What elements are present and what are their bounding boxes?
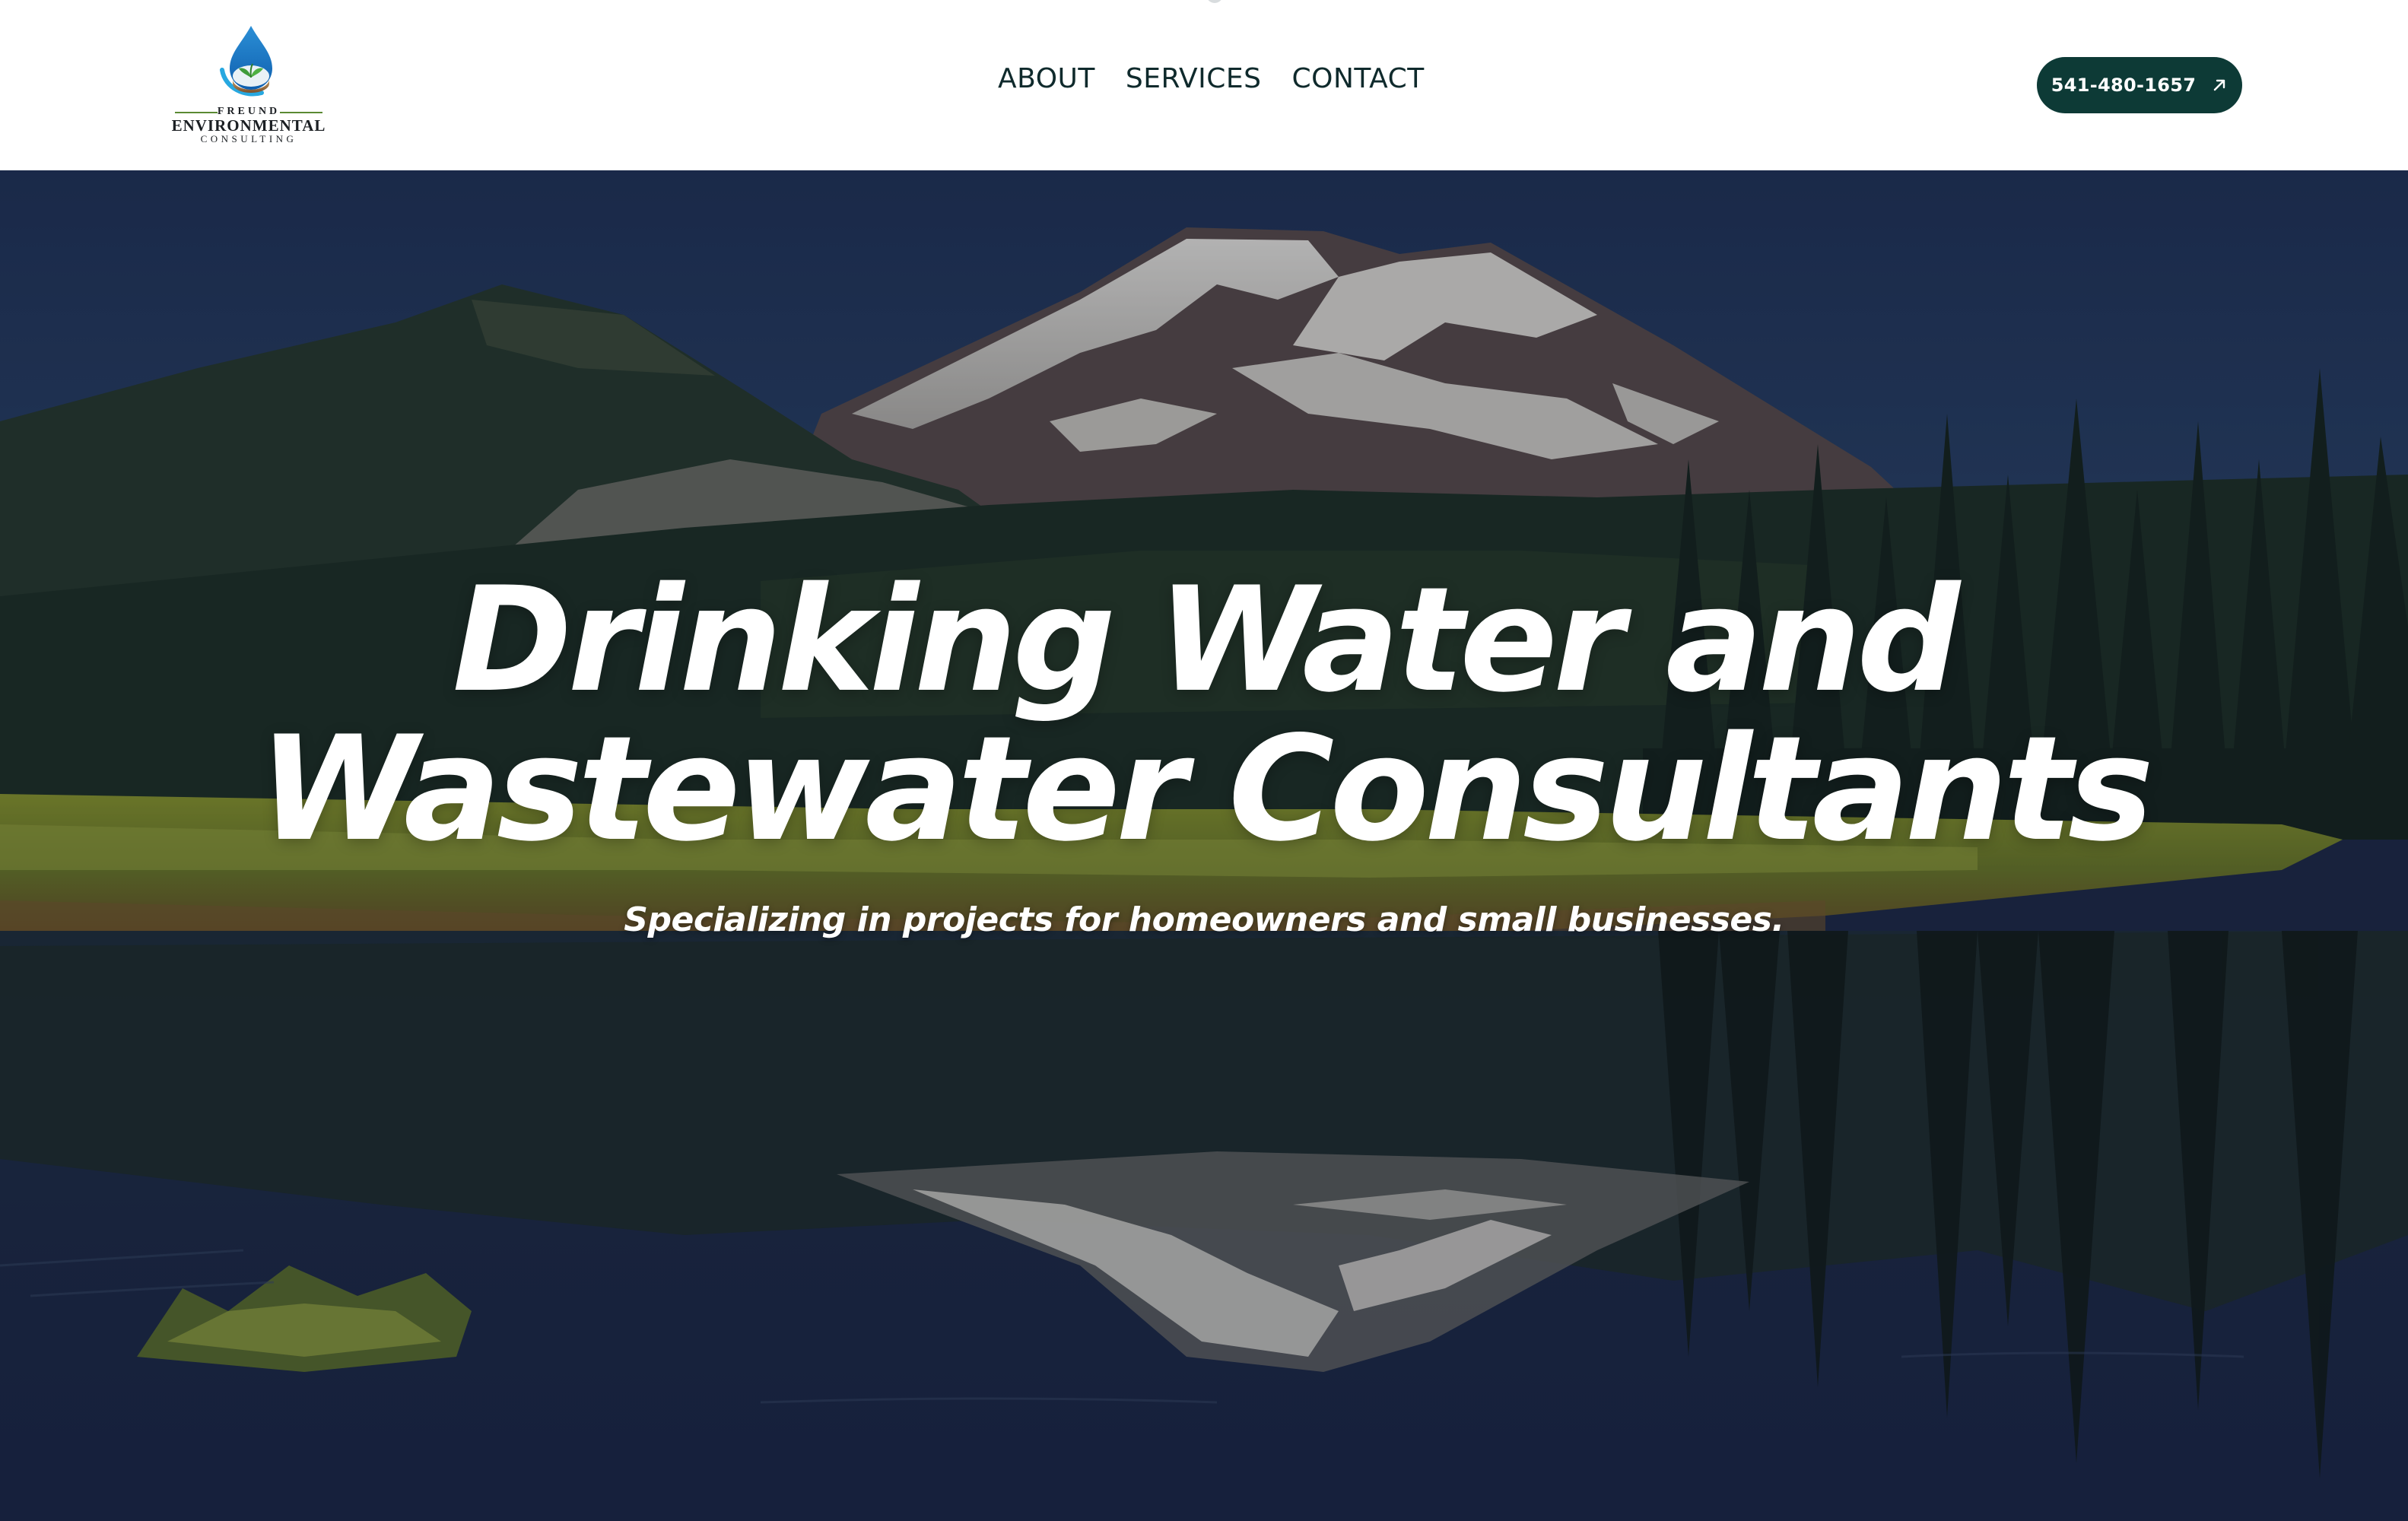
main-nav: ABOUT SERVICES CONTACT [998, 62, 1425, 95]
arrow-up-right-icon [2214, 79, 2225, 91]
site-logo[interactable]: FREUND ENVIRONMENTAL CONSULTING [169, 23, 329, 149]
hero-title: Drinking Water and Wastewater Consultant… [0, 566, 2408, 864]
logo-text-freund: FREUND [217, 106, 281, 117]
nav-item-about[interactable]: ABOUT [998, 62, 1095, 95]
water-drop-logo-icon [220, 26, 272, 97]
phone-call-button[interactable]: 541-480-1657 [2037, 57, 2242, 113]
site-header: FREUND ENVIRONMENTAL CONSULTING ABOUT SE… [0, 0, 2408, 170]
nav-item-services[interactable]: SERVICES [1126, 62, 1262, 95]
hero-section: Drinking Water and Wastewater Consultant… [0, 170, 2408, 1521]
page: FREUND ENVIRONMENTAL CONSULTING ABOUT SE… [0, 0, 2408, 1521]
logo-text-environmental: ENVIRONMENTAL [171, 116, 326, 135]
phone-button-label: 541-480-1657 [2051, 75, 2197, 96]
hero-title-line2: Wastewater Consultants [259, 705, 2154, 873]
hero-title-line1: Drinking Water and [452, 556, 1961, 724]
nav-item-contact[interactable]: CONTACT [1292, 62, 1425, 95]
header-indicator-dot [1206, 0, 1223, 3]
logo-text-consulting: CONSULTING [200, 133, 297, 144]
hero-subtitle: Specializing in projects for homeowners … [624, 900, 1784, 939]
